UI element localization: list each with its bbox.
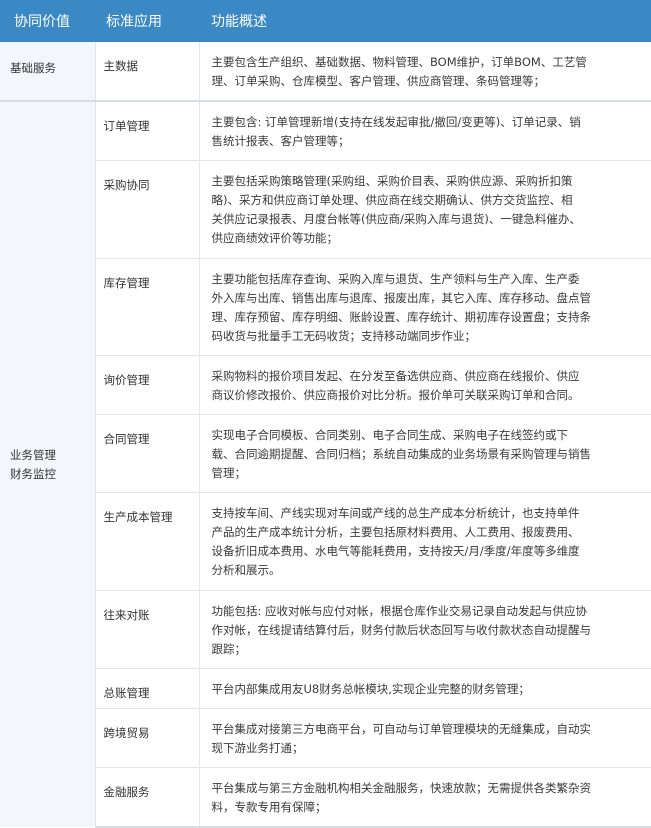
collab-value-text: 财务监控: [10, 466, 56, 481]
overview-text-line: 商议价修改报价、供应商报价对比分析。报价单可关联采购订单和合同。: [211, 388, 580, 402]
overview-text-line: 功能包括: 应收对帐与应付对帐，根据仓库作业交易记录自动发起与供应协: [211, 604, 588, 618]
table-row: 往来对账 功能包括: 应收对帐与应付对帐，根据仓库作业交易记录自动发起与供应协 作对…: [0, 590, 651, 669]
overview-text-line: 平台集成与第三方金融机构相关金融服务，快速放款；无需提供各类繁杂资: [211, 781, 592, 795]
collab-value-text: 基础服务: [10, 61, 56, 75]
overview-text-line: 现下游业务打通；: [211, 741, 304, 755]
function-overview-cell: 主要功能包括库存查询、采购入库与退货、生产领料与生产入库、生产委 外入库与出库、销…: [198, 258, 651, 356]
standard-app-cell: 生产成本管理: [94, 492, 199, 591]
table-row: 生产成本管理 支持按车间、产线实现对车间或产线的总生产成本分析统计，也支持单件 产品…: [0, 492, 651, 591]
function-overview-cell: 主要包含: 订单管理新增(支持在线发起审批/撤回/变更等)、订单记录、销 售统计报…: [198, 101, 651, 161]
overview-text-line: 略)、采方和供应商订单处理、供应商在线交期确认、供方交货监控、相: [211, 193, 573, 207]
table-header-row: 协同价值 标准应用 功能概述: [0, 0, 651, 42]
overview-text-line: 码收货与批量手工无码收货；支持移动端同步作业；: [211, 329, 477, 343]
table-body: 基础服务 主数据 主要包含生产组织、基础数据、物料管理、BOM维护，订单BOM、工艺…: [0, 42, 651, 828]
header-function-overview: 功能概述: [199, 0, 651, 42]
overview-text-line: 采购物料的报价项目发起、在分发至备选供应商、供应商在线报价、供应: [211, 369, 580, 383]
overview-text-line: 主要功能包括库存查询、采购入库与退货、生产领料与生产入库、生产委: [211, 272, 580, 286]
standard-app-cell: 跨境贸易: [94, 708, 199, 768]
overview-text-line: 产品的生产成本统计分析，主要包括原材料费用、人工费用、报废费用、: [211, 525, 580, 539]
overview-text-line: 料，专款专用有保障；: [211, 800, 327, 814]
collab-value-cell: 基础服务: [0, 42, 96, 102]
overview-text-line: 支持按车间、产线实现对车间或产线的总生产成本分析统计，也支持单件: [211, 506, 580, 520]
standard-app-cell: 往来对账: [94, 590, 199, 669]
overview-text-line: 实现电子合同模板、合同类别、电子合同生成、采购电子在线签约或下: [211, 428, 569, 442]
function-overview-cell: 功能包括: 应收对帐与应付对帐，根据仓库作业交易记录自动发起与供应协 作对帐，在线…: [198, 590, 651, 669]
overview-text-line: 管理；: [211, 466, 247, 480]
standard-app-cell: 采购协同: [94, 160, 199, 259]
header-standard-app: 标准应用: [95, 0, 199, 42]
overview-text-line: 平台集成对接第三方电商平台，可自动与订单管理模块的无缝集成，自动实: [211, 722, 592, 736]
table-row: 总账管理 平台内部集成用友U8财务总帐模块,实现企业完整的财务管理；: [0, 668, 651, 709]
overview-text-line: 跟踪；: [211, 642, 247, 656]
standard-app-cell: 总账管理: [94, 668, 199, 709]
feature-table: 协同价值 标准应用 功能概述 基础服务 主数据 主要包含生产组织、基础数据、物料管理…: [0, 0, 651, 828]
table-row: 库存管理 主要功能包括库存查询、采购入库与退货、生产领料与生产入库、生产委 外入库与…: [0, 258, 651, 356]
table-row: 采购协同 主要包括采购策略管理(采购组、采购价目表、采购供应源、采购折扣策 略)、采…: [0, 160, 651, 259]
table-row: 业务管理 财务监控 订单管理 主要包含: 订单管理新增(支持在线发起审批/撤回/变更等…: [0, 101, 651, 827]
standard-app-cell: 金融服务: [94, 767, 199, 828]
overview-text-line: 分析和展示。: [211, 563, 281, 577]
table-row: 询价管理 采购物料的报价项目发起、在分发至备选供应商、供应商在线报价、供应 商议价修…: [0, 355, 651, 415]
collab-value-cell: 业务管理 财务监控: [0, 101, 96, 827]
overview-text-line: 设备折旧成本费用、水电气等能耗费用，支持按天/月/季度/年度等多维度: [211, 544, 580, 558]
overview-text-line: 作对帐，在线提请结算付后，财务付款后状态回写与收付款状态自动提醒与: [211, 623, 592, 637]
standard-app-cell: 询价管理: [94, 355, 199, 415]
function-overview-cell: 主要包含生产组织、基础数据、物料管理、BOM维护，订单BOM、工艺管 理、订单采购…: [198, 42, 651, 102]
overview-text-line: 主要包含: 订单管理新增(支持在线发起审批/撤回/变更等)、订单记录、销: [211, 115, 581, 129]
function-overview-cell: 实现电子合同模板、合同类别、电子合同生成、采购电子在线签约或下载、合同逾期提醒、…: [198, 414, 651, 493]
table-row: 合同管理 实现电子合同模板、合同类别、电子合同生成、采购电子在线签约或下载、合同逾…: [0, 414, 651, 493]
function-overview-cell: 主要包括采购策略管理(采购组、采购价目表、采购供应源、采购折扣策 略)、采方和供应…: [198, 160, 651, 259]
overview-text-line: 载、合同逾期提醒、合同归档；系统自动集成的业务场景有采购管理与销售: [211, 447, 592, 461]
table-row: 跨境贸易 平台集成对接第三方电商平台，可自动与订单管理模块的无缝集成，自动实 现下游…: [0, 708, 651, 768]
function-overview-cell: 平台集成对接第三方电商平台，可自动与订单管理模块的无缝集成，自动实 现下游业务打通…: [198, 708, 651, 768]
overview-text-line: 外入库与出库、销售出库与退库、报废出库，其它入库、库存移动、盘点管: [211, 291, 592, 305]
overview-text-line: 平台内部集成用友U8财务总帐模块,实现企业完整的财务管理；: [211, 682, 530, 696]
table-row: 金融服务 平台集成与第三方金融机构相关金融服务，快速放款；无需提供各类繁杂资 料，专…: [0, 767, 651, 828]
table-row: 基础服务 主数据 主要包含生产组织、基础数据、物料管理、BOM维护，订单BOM、工艺…: [0, 42, 651, 102]
overview-text-line: 供应商绩效评价等功能；: [211, 231, 339, 245]
overview-text-line: 主要包括采购策略管理(采购组、采购价目表、采购供应源、采购折扣策: [211, 174, 573, 188]
overview-text-line: 主要包含生产组织、基础数据、物料管理、BOM维护，订单BOM、工艺管: [211, 55, 587, 69]
function-overview-cell: 采购物料的报价项目发起、在分发至备选供应商、供应商在线报价、供应 商议价修改报价、…: [198, 355, 651, 415]
overview-text-line: 理、库存预留、库存明细、账龄设置、库存统计、期初库存设置盘；支持条: [211, 310, 592, 324]
standard-app-cell: 主数据: [94, 42, 199, 102]
function-overview-cell: 平台内部集成用友U8财务总帐模块,实现企业完整的财务管理；: [198, 668, 651, 709]
standard-app-cell: 库存管理: [94, 258, 199, 356]
standard-app-cell: 合同管理: [94, 414, 199, 493]
header-collab-value: 协同价值: [0, 0, 95, 42]
function-overview-cell: 支持按车间、产线实现对车间或产线的总生产成本分析统计，也支持单件 产品的生产成本统…: [198, 492, 651, 591]
standard-app-cell: 订单管理: [94, 101, 199, 161]
function-overview-cell: 平台集成与第三方金融机构相关金融服务，快速放款；无需提供各类繁杂资 料，专款专用有…: [198, 767, 651, 828]
overview-text-line: 售统计报表、客户管理等；: [211, 134, 350, 148]
collab-value-text: 业务管理: [10, 447, 56, 462]
overview-text-line: 理、订单采购、仓库模型、客户管理、供应商管理、条码管理等；: [211, 74, 546, 88]
overview-text-line: 关供应记录报表、月度台帐等(供应商/采购入库与退货)、一键急料催办、: [211, 212, 581, 226]
